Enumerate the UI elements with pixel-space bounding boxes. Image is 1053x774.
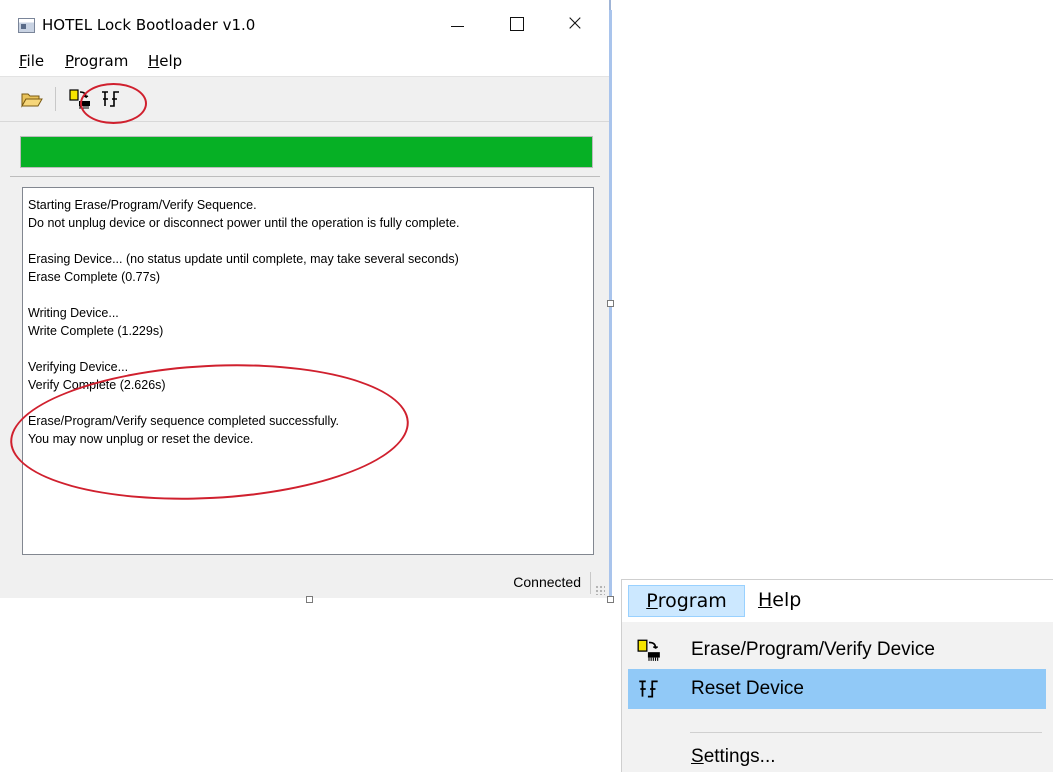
window-title: HOTEL Lock Bootloader v1.0 bbox=[42, 16, 256, 34]
status-bar: Connected bbox=[0, 568, 609, 598]
program-dropdown: Erase/Program/Verify Device Reset Device… bbox=[622, 622, 1053, 772]
log-output[interactable]: Starting Erase/Program/Verify Sequence. D… bbox=[22, 187, 594, 555]
open-file-button[interactable] bbox=[18, 85, 46, 113]
menu-item-label: Reset Device bbox=[691, 678, 804, 699]
erase-program-verify-button[interactable] bbox=[66, 85, 94, 113]
close-button[interactable]: × bbox=[555, 8, 595, 40]
app-icon bbox=[18, 18, 35, 33]
menu-item-label: Settings... bbox=[691, 746, 776, 767]
minimize-button[interactable] bbox=[437, 8, 477, 40]
log-line: Writing Device... bbox=[28, 306, 119, 320]
log-line: Starting Erase/Program/Verify Sequence. bbox=[28, 198, 257, 212]
menu-help[interactable]: Help bbox=[146, 52, 184, 70]
progress-bar bbox=[20, 136, 593, 168]
progress-fill bbox=[21, 137, 592, 167]
toolbar bbox=[0, 77, 609, 122]
log-line: Erase Complete (0.77s) bbox=[28, 270, 161, 284]
inset-menu-program[interactable]: Program bbox=[628, 585, 745, 617]
erase-program-verify-icon bbox=[637, 639, 660, 661]
resize-handle-bottom[interactable] bbox=[306, 596, 313, 603]
reset-device-icon bbox=[639, 680, 658, 698]
maximize-icon bbox=[510, 17, 524, 31]
log-line: Erasing Device... (no status update unti… bbox=[28, 252, 459, 266]
erase-program-verify-icon bbox=[69, 89, 90, 109]
log-line: Verify Complete (2.626s) bbox=[28, 378, 166, 392]
menu-item-label: Erase/Program/Verify Device bbox=[691, 639, 935, 660]
reset-device-button[interactable] bbox=[97, 85, 125, 113]
minimize-icon bbox=[450, 25, 464, 27]
inset-menu-bar: Program Help bbox=[622, 580, 1053, 622]
maximize-button[interactable] bbox=[497, 8, 537, 40]
close-icon: × bbox=[565, 11, 585, 36]
connection-status: Connected bbox=[513, 574, 581, 590]
menu-file[interactable]: File bbox=[17, 52, 46, 70]
inset-menu-help[interactable]: Help bbox=[758, 589, 801, 611]
log-line: You may now unplug or reset the device. bbox=[28, 432, 254, 446]
menu-program[interactable]: Program bbox=[63, 52, 130, 70]
menu-item-settings[interactable]: Settings... bbox=[628, 740, 1046, 774]
status-separator bbox=[590, 572, 591, 594]
menu-separator bbox=[690, 732, 1042, 733]
log-line: Erase/Program/Verify sequence completed … bbox=[28, 414, 340, 428]
program-menu-inset: Program Help Erase/Program/Verify Device bbox=[621, 579, 1053, 772]
log-line: Do not unplug device or disconnect power… bbox=[28, 216, 460, 230]
menu-item-erase-program-verify[interactable]: Erase/Program/Verify Device bbox=[628, 630, 1046, 670]
log-line: Verifying Device... bbox=[28, 360, 129, 374]
menu-bar: File Program Help bbox=[0, 48, 609, 77]
log-line: Write Complete (1.229s) bbox=[28, 324, 164, 338]
open-folder-icon bbox=[21, 93, 43, 108]
resize-grip-icon[interactable] bbox=[595, 585, 605, 595]
reset-device-icon bbox=[102, 91, 119, 107]
title-bar[interactable]: HOTEL Lock Bootloader v1.0 × bbox=[0, 0, 609, 48]
log-lines: Starting Erase/Program/Verify Sequence. D… bbox=[28, 196, 460, 448]
resize-handle-right[interactable] bbox=[607, 300, 614, 307]
divider bbox=[10, 176, 600, 177]
resize-handle-corner[interactable] bbox=[607, 596, 614, 603]
app-window: HOTEL Lock Bootloader v1.0 × File Progra… bbox=[0, 0, 611, 598]
toolbar-separator bbox=[55, 87, 56, 111]
menu-item-reset-device[interactable]: Reset Device bbox=[628, 669, 1046, 709]
